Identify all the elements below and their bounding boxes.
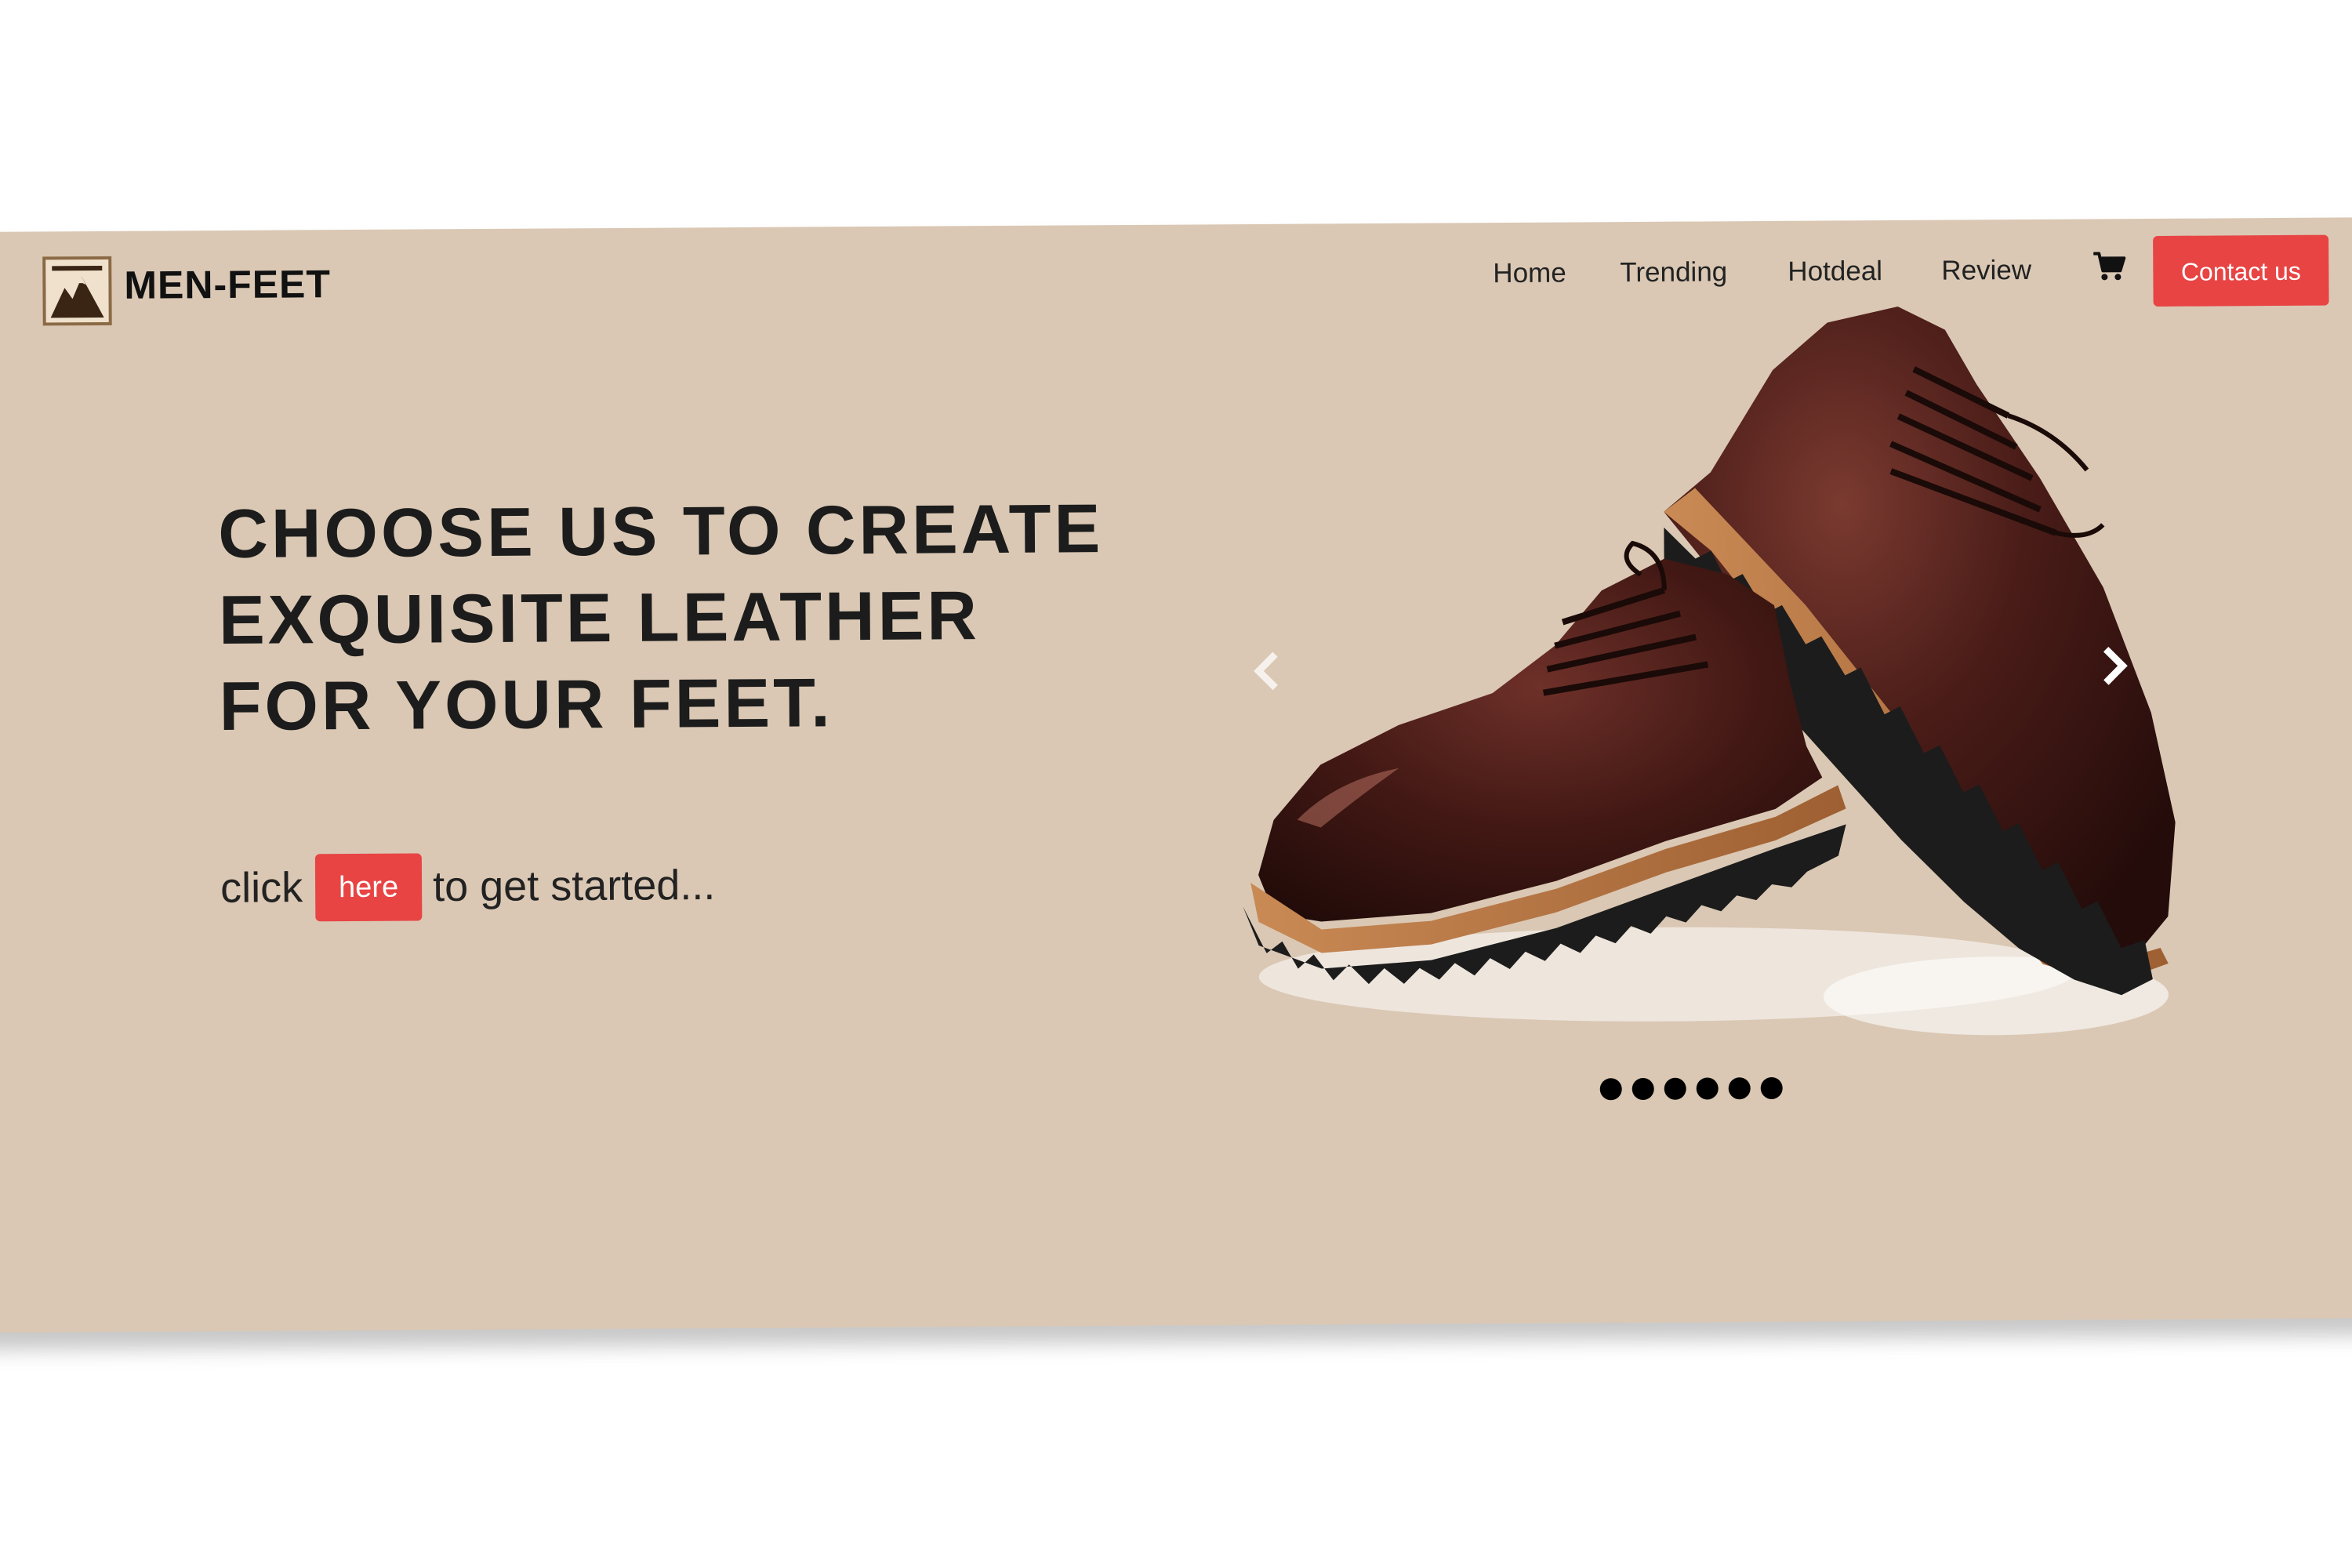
carousel-dot-4[interactable] (1696, 1077, 1719, 1100)
carousel-indicators (1599, 1076, 1783, 1102)
page: MEN-FEET Home Trending Hotdeal Review Co… (0, 0, 2352, 1568)
get-started-button[interactable]: here (314, 853, 423, 922)
cta-suffix: to get started... (432, 861, 716, 911)
chevron-right-icon[interactable] (2096, 642, 2135, 689)
carousel-dot-5[interactable] (1728, 1077, 1751, 1100)
leather-shoes-image (1223, 274, 2184, 1071)
carousel-dot-3[interactable] (1664, 1077, 1686, 1100)
carousel-dot-6[interactable] (1760, 1076, 1783, 1100)
cta-line: click here to get started... (220, 847, 716, 924)
cta-prefix: click (220, 864, 303, 912)
product-carousel (1207, 274, 2193, 1142)
brand-name[interactable]: MEN-FEET (124, 262, 331, 307)
chevron-left-icon[interactable] (1246, 648, 1285, 695)
carousel-dot-1[interactable] (1599, 1078, 1622, 1101)
mountain-logo-icon[interactable] (42, 256, 112, 326)
carousel-dot-2[interactable] (1632, 1077, 1654, 1101)
hero-headline: CHOOSE US TO CREATE EXQUISITE LEATHER FO… (218, 489, 1104, 746)
hero-section: MEN-FEET Home Trending Hotdeal Review Co… (0, 217, 2352, 1333)
